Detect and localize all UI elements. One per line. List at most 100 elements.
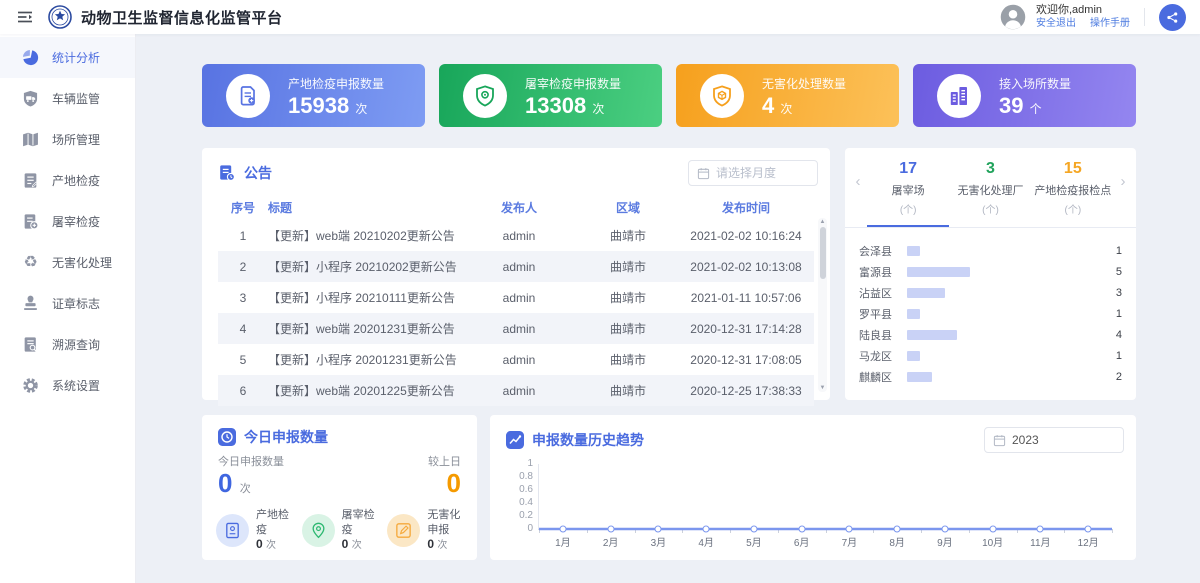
announcements-title: 公告 bbox=[244, 163, 272, 183]
mini-stat-value: 0 次 bbox=[256, 537, 298, 553]
y-axis-tick-label: 1 bbox=[505, 459, 533, 469]
facility-stat-label: 屠宰场 bbox=[867, 182, 949, 198]
data-point-marker bbox=[607, 526, 614, 533]
table-scrollbar[interactable]: ▲▼ bbox=[818, 218, 827, 392]
avatar[interactable] bbox=[1000, 4, 1026, 30]
sidebar-item-1[interactable]: 车辆监管 bbox=[0, 78, 135, 119]
bar-category-label: 沾益区 bbox=[859, 285, 907, 301]
sidebar-item-0[interactable]: 统计分析 bbox=[0, 37, 135, 78]
x-axis-tick-label: 8月 bbox=[889, 534, 905, 549]
facility-stat-1[interactable]: 3无害化处理厂(个) bbox=[949, 160, 1031, 227]
trend-panel: 申报数量历史趋势 10.80.60.40.201月2月3月4月5月6月7月8月9… bbox=[490, 415, 1136, 560]
page-title: 动物卫生监督信息化监管平台 bbox=[81, 7, 283, 28]
bar-row: 陆良县4 bbox=[859, 325, 1122, 346]
table-cell: admin bbox=[460, 282, 578, 313]
stat-card-label: 屠宰检疫申报数量 bbox=[525, 75, 621, 92]
x-axis-tick-label: 1月 bbox=[555, 534, 571, 549]
facility-bar-chart: 会泽县1富源县5沾益区3罗平县1陆良县4马龙区1麒麟区2 bbox=[845, 228, 1136, 388]
year-picker[interactable] bbox=[984, 427, 1124, 453]
sidebar-item-8[interactable]: 系统设置 bbox=[0, 365, 135, 406]
buildings-icon bbox=[947, 84, 971, 108]
document-badge-icon bbox=[236, 84, 260, 108]
announcements-table: 序号标题发布人区域发布时间 1【更新】web端 20210202更新公告admi… bbox=[218, 194, 814, 406]
platform-logo-icon bbox=[48, 5, 72, 29]
facility-stats: 17屠宰场(个)3无害化处理厂(个)15产地检疫报检点(个) bbox=[867, 160, 1114, 227]
table-row[interactable]: 4【更新】web端 20201231更新公告admin曲靖市2020-12-31… bbox=[218, 313, 814, 344]
data-point-marker bbox=[750, 526, 757, 533]
sidebar-item-label: 场所管理 bbox=[52, 131, 100, 148]
stamp-icon bbox=[22, 295, 39, 312]
trend-chart-icon bbox=[506, 431, 524, 449]
x-axis-tick-label: 9月 bbox=[937, 534, 953, 549]
stat-card-unit: 次 bbox=[780, 102, 792, 116]
carousel-prev-icon[interactable]: ‹ bbox=[849, 174, 867, 189]
stat-card-label: 无害化处理数量 bbox=[762, 75, 846, 92]
trend-line bbox=[539, 464, 1112, 529]
mini-stat-label: 屠宰检疫 bbox=[342, 508, 384, 537]
table-cell: admin bbox=[460, 375, 578, 406]
table-cell: admin bbox=[460, 313, 578, 344]
user-block: 欢迎你,admin 安全退出 操作手册 bbox=[1036, 4, 1130, 30]
table-row[interactable]: 6【更新】web端 20201225更新公告admin曲靖市2020-12-25… bbox=[218, 375, 814, 406]
y-axis-tick-label: 0.8 bbox=[505, 472, 533, 482]
today-mini-stat-1: 屠宰检疫0 次 bbox=[302, 508, 384, 552]
mini-stat-label: 产地检疫 bbox=[256, 508, 298, 537]
facility-stat-unit: (个) bbox=[949, 201, 1031, 216]
column-header: 序号 bbox=[218, 194, 268, 220]
bar-category-label: 富源县 bbox=[859, 264, 907, 280]
table-row[interactable]: 2【更新】小程序 20210202更新公告admin曲靖市2021-02-02 … bbox=[218, 251, 814, 282]
bar-category-label: 罗平县 bbox=[859, 306, 907, 322]
facility-stat-0[interactable]: 17屠宰场(个) bbox=[867, 160, 949, 227]
x-axis-tick-label: 2月 bbox=[603, 534, 619, 549]
today-mini-stat-0: 产地检疫0 次 bbox=[216, 508, 298, 552]
table-cell: 2020-12-31 17:08:05 bbox=[678, 344, 814, 375]
manual-link[interactable]: 操作手册 bbox=[1090, 18, 1130, 31]
today-title: 今日申报数量 bbox=[244, 427, 328, 447]
sidebar-item-4[interactable]: 屠宰检疫 bbox=[0, 201, 135, 242]
table-cell: 曲靖市 bbox=[578, 375, 678, 406]
today-mini-stats: 产地检疫0 次屠宰检疫0 次无害化申报0 次 bbox=[202, 497, 477, 552]
vehicle-shield-icon bbox=[22, 90, 39, 107]
table-cell: 【更新】web端 20201231更新公告 bbox=[268, 313, 460, 344]
facility-stat-label: 产地检疫报检点 bbox=[1032, 182, 1114, 198]
today-total-label: 今日申报数量 bbox=[218, 453, 284, 469]
table-row[interactable]: 5【更新】小程序 20201231更新公告admin曲靖市2020-12-31 … bbox=[218, 344, 814, 375]
sidebar-item-5[interactable]: ♻无害化处理 bbox=[0, 242, 135, 283]
app-header: 动物卫生监督信息化监管平台 欢迎你,admin 安全退出 操作手册 bbox=[0, 0, 1200, 34]
facility-stat-2[interactable]: 15产地检疫报检点(个) bbox=[1032, 160, 1114, 227]
x-axis-tick-label: 6月 bbox=[794, 534, 810, 549]
bar bbox=[907, 330, 957, 340]
logout-link[interactable]: 安全退出 bbox=[1036, 18, 1076, 31]
month-picker-input[interactable] bbox=[716, 166, 809, 180]
table-cell: 【更新】web端 20210202更新公告 bbox=[268, 220, 460, 251]
x-axis-tick bbox=[1112, 529, 1113, 533]
month-picker[interactable] bbox=[688, 160, 818, 186]
today-mini-stat-2: 无害化申报0 次 bbox=[387, 508, 469, 552]
carousel-next-icon[interactable]: › bbox=[1114, 174, 1132, 189]
document-pen-icon bbox=[22, 172, 39, 189]
data-point-marker bbox=[559, 526, 566, 533]
table-row[interactable]: 1【更新】web端 20210202更新公告admin曲靖市2021-02-02… bbox=[218, 220, 814, 251]
shield-check-icon bbox=[473, 84, 497, 108]
table-header-row: 序号标题发布人区域发布时间 bbox=[218, 194, 814, 220]
sidebar-item-label: 屠宰检疫 bbox=[52, 213, 100, 230]
sidebar-item-7[interactable]: 溯源查询 bbox=[0, 324, 135, 365]
x-axis-tick-label: 10月 bbox=[982, 534, 1003, 549]
sidebar-item-3[interactable]: 产地检疫 bbox=[0, 160, 135, 201]
stat-card-2: 无害化处理数量4 次 bbox=[676, 64, 899, 127]
sidebar-item-6[interactable]: 证章标志 bbox=[0, 283, 135, 324]
column-header: 发布时间 bbox=[678, 194, 814, 220]
collapse-menu-icon[interactable] bbox=[16, 8, 34, 26]
sidebar-item-2[interactable]: 场所管理 bbox=[0, 119, 135, 160]
table-row[interactable]: 3【更新】小程序 20210111更新公告admin曲靖市2021-01-11 … bbox=[218, 282, 814, 313]
data-point-marker bbox=[703, 526, 710, 533]
today-compare-label: 较上日 bbox=[428, 453, 461, 469]
table-cell: 【更新】小程序 20210202更新公告 bbox=[268, 251, 460, 282]
year-picker-input[interactable] bbox=[1012, 433, 1115, 447]
column-header: 标题 bbox=[268, 194, 460, 220]
column-header: 发布人 bbox=[460, 194, 578, 220]
facility-stat-value: 3 bbox=[949, 160, 1031, 178]
trend-plot-area: 10.80.60.40.201月2月3月4月5月6月7月8月9月10月11月12… bbox=[538, 464, 1112, 530]
header-right: 欢迎你,admin 安全退出 操作手册 bbox=[1000, 4, 1186, 31]
share-button[interactable] bbox=[1159, 4, 1186, 31]
